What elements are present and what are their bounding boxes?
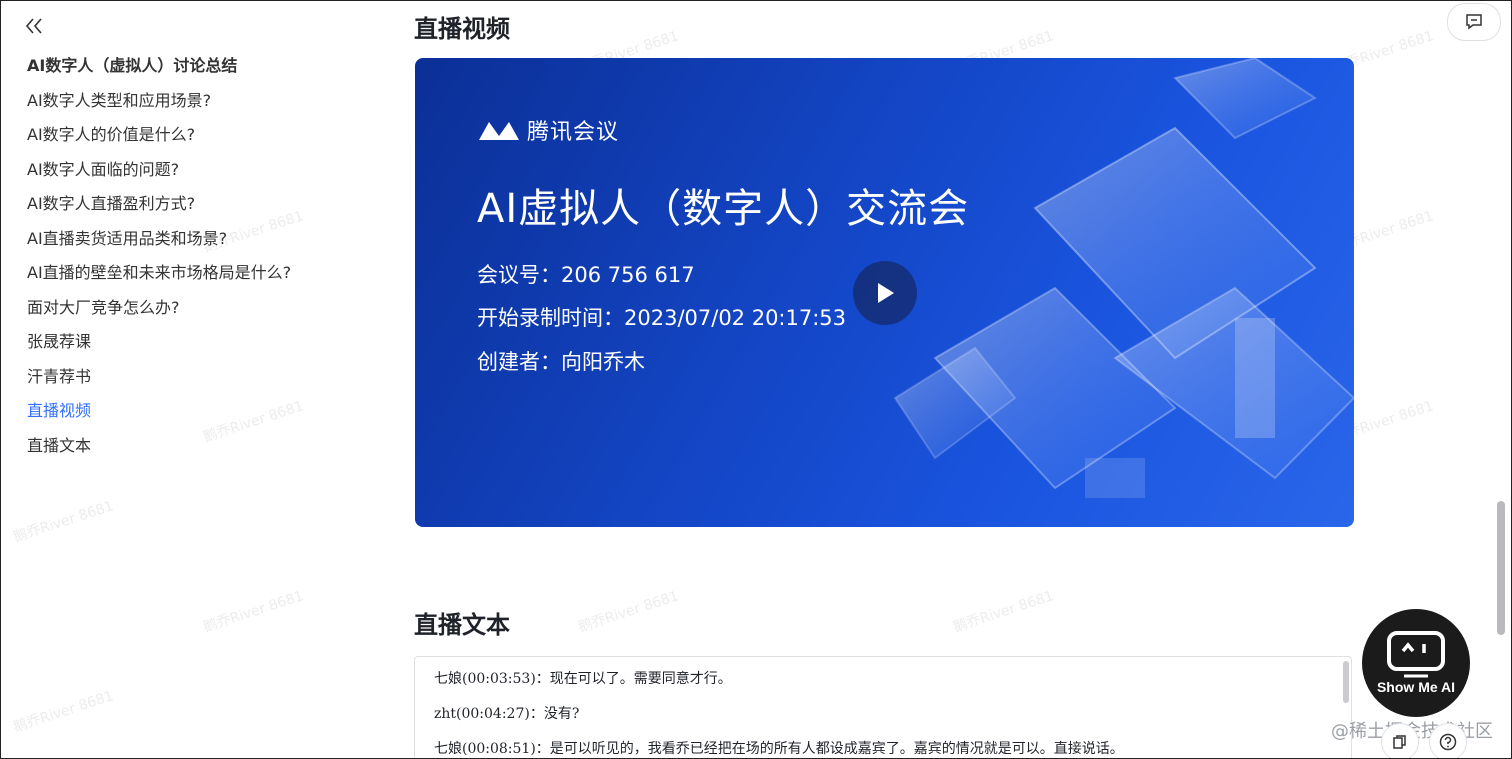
collapse-sidebar-button[interactable] xyxy=(23,15,45,37)
video-section-heading: 直播视频 xyxy=(414,15,510,43)
help-button[interactable] xyxy=(1429,723,1467,758)
meeting-id: 会议号：206 756 617 xyxy=(477,263,695,287)
robot-face-icon xyxy=(1387,631,1445,678)
tencent-meeting-brand: 腾讯会议 xyxy=(477,114,619,146)
toc-item-course[interactable]: 张晟荐课 xyxy=(27,325,337,360)
toc-item-monetization[interactable]: AI数字人直播盈利方式? xyxy=(27,187,337,222)
toc-list: AI数字人（虚拟人）讨论总结 AI数字人类型和应用场景? AI数字人的价值是什么… xyxy=(27,49,337,463)
tencent-meeting-logo-icon xyxy=(479,122,519,140)
comment-button[interactable] xyxy=(1447,3,1501,41)
document-body: 直播视频 腾讯会议 AI虚拟人（数字人）交流会 会议号：206 756 617 … xyxy=(413,1,1413,758)
toc-item-live-video[interactable]: 直播视频 xyxy=(27,394,337,429)
transcript-box[interactable]: 七娘(00:03:53)：现在可以了。需要同意才行。 zht(00:04:27)… xyxy=(414,656,1352,758)
video-player[interactable]: 腾讯会议 AI虚拟人（数字人）交流会 会议号：206 756 617 开始录制时… xyxy=(415,58,1354,527)
show-me-ai-label: Show Me AI xyxy=(1376,679,1456,695)
brand-name: 腾讯会议 xyxy=(527,120,620,145)
toc-item-books[interactable]: 汗青荐书 xyxy=(27,360,337,395)
comment-icon xyxy=(1466,14,1482,30)
copy-icon xyxy=(1393,735,1406,749)
page-scrollbar[interactable] xyxy=(1497,501,1505,635)
show-me-ai-badge[interactable]: Show Me AI xyxy=(1362,609,1470,717)
toc-item-live-text[interactable]: 直播文本 xyxy=(27,429,337,464)
sidebar-toc: AI数字人（虚拟人）讨论总结 AI数字人类型和应用场景? AI数字人的价值是什么… xyxy=(1,1,341,758)
toc-item-categories[interactable]: AI直播卖货适用品类和场景? xyxy=(27,222,337,257)
transcript-line: 七娘(00:08:51)：是可以听见的，我看乔已经把在场的所有人都设成嘉宾了。嘉… xyxy=(434,741,1124,757)
video-title: AI虚拟人（数字人）交流会 xyxy=(477,186,970,232)
toc-item-problems[interactable]: AI数字人面临的问题? xyxy=(27,153,337,188)
toc-item-types[interactable]: AI数字人类型和应用场景? xyxy=(27,84,337,119)
play-icon xyxy=(878,283,894,303)
app-frame: 鹅乔River 8681 鹅乔River 8681 鹅乔River 8681 鹅… xyxy=(0,0,1512,759)
toc-item-barriers[interactable]: AI直播的壁垒和未来市场格局是什么? xyxy=(27,256,337,291)
record-time: 开始录制时间：2023/07/02 20:17:53 xyxy=(477,306,847,330)
transcript-line: 七娘(00:03:53)：现在可以了。需要同意才行。 xyxy=(434,671,732,687)
transcript-scrollbar[interactable] xyxy=(1343,661,1349,703)
creator: 创建者：向阳乔木 xyxy=(477,350,645,374)
copy-button[interactable] xyxy=(1381,723,1419,758)
double-chevron-left-icon xyxy=(25,18,42,34)
play-button[interactable] xyxy=(853,261,917,325)
toc-item-competition[interactable]: 面对大厂竞争怎么办? xyxy=(27,291,337,326)
help-icon xyxy=(1439,733,1457,751)
toc-item-value[interactable]: AI数字人的价值是什么? xyxy=(27,118,337,153)
transcript-line: zht(00:04:27)：没有? xyxy=(434,706,580,722)
toc-item-summary[interactable]: AI数字人（虚拟人）讨论总结 xyxy=(27,49,337,84)
text-section-heading: 直播文本 xyxy=(414,611,510,639)
